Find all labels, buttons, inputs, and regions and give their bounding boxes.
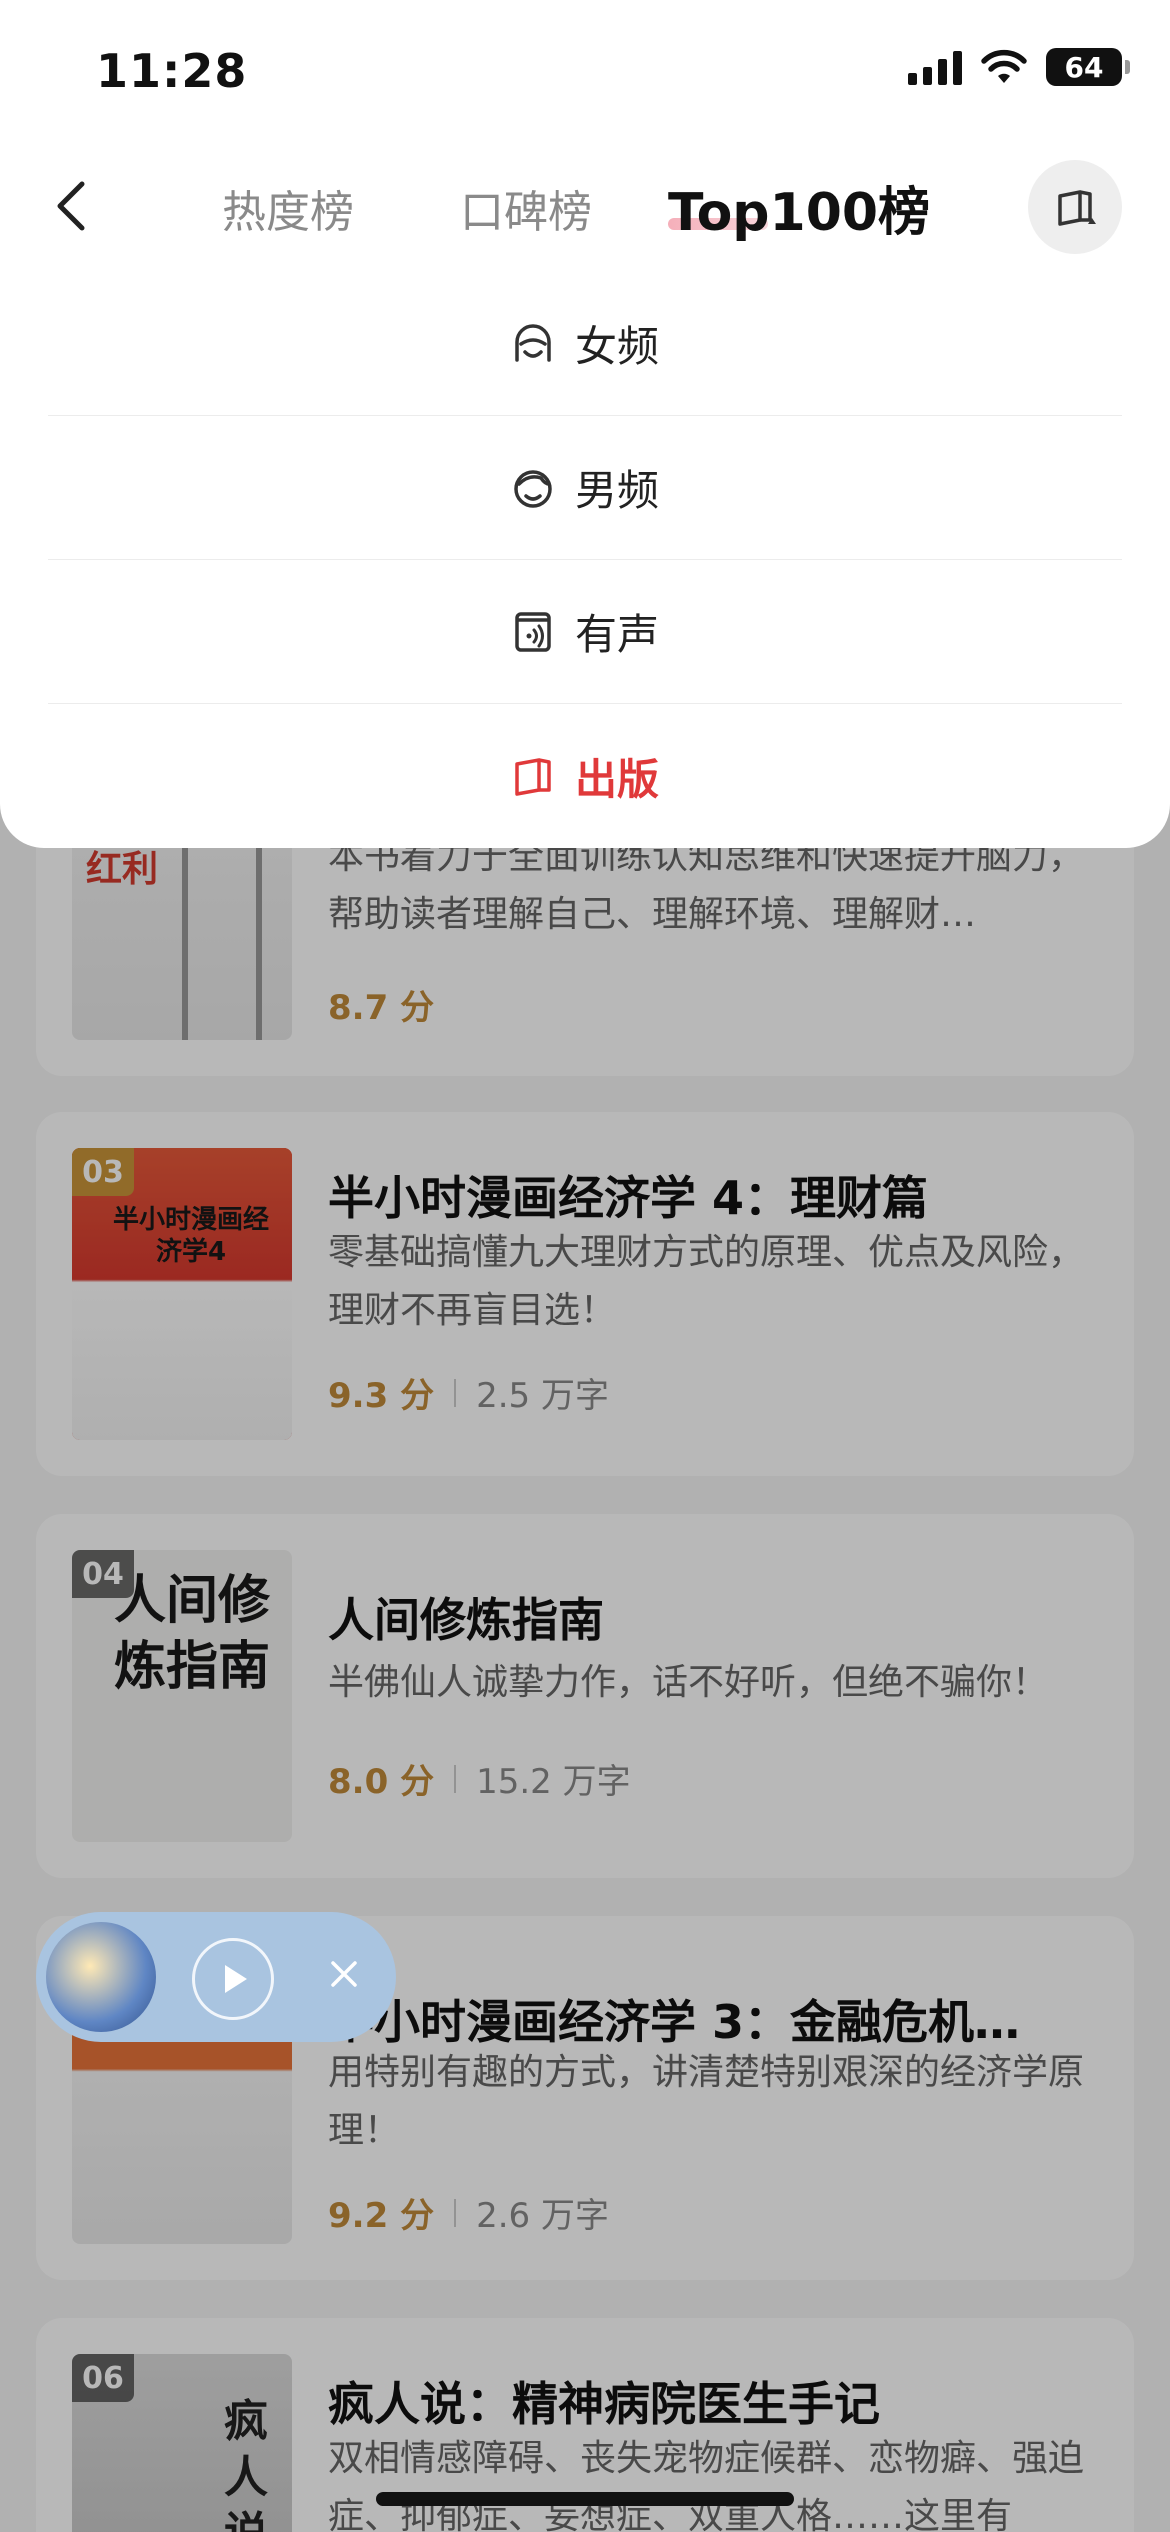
ranking-nav-bar: 热度榜 口碑榜 Top100榜 bbox=[0, 140, 1170, 272]
category-dropdown-sheet: 11:28 64 热度榜 口碑榜 Top100榜 女频 男频 有声 出版 bbox=[0, 0, 1170, 848]
female-face-icon bbox=[515, 323, 551, 362]
battery-indicator: 64 bbox=[1046, 48, 1130, 86]
book-icon bbox=[515, 758, 551, 796]
player-cover-avatar[interactable] bbox=[46, 1922, 156, 2032]
back-button[interactable] bbox=[46, 176, 96, 236]
status-icons: 64 bbox=[908, 48, 1130, 86]
wifi-icon bbox=[980, 49, 1028, 85]
menu-item-label: 有声 bbox=[574, 610, 659, 659]
play-button[interactable] bbox=[192, 1938, 274, 2020]
home-indicator[interactable] bbox=[376, 2492, 794, 2506]
menu-item-label: 出版 bbox=[574, 754, 659, 804]
status-bar: 11:28 64 bbox=[0, 0, 1170, 140]
audio-book-icon bbox=[515, 611, 551, 652]
status-time: 11:28 bbox=[96, 44, 248, 98]
category-menu: 女频 男频 有声 出版 bbox=[48, 272, 1122, 848]
close-icon bbox=[331, 1961, 357, 1987]
male-face-icon bbox=[514, 469, 552, 508]
menu-item-audio[interactable]: 有声 bbox=[48, 560, 1122, 704]
menu-item-published[interactable]: 出版 bbox=[48, 704, 1122, 848]
category-switch-button[interactable] bbox=[1028, 160, 1122, 254]
menu-item-label: 女频 bbox=[574, 322, 659, 371]
book-icon bbox=[1058, 190, 1096, 226]
close-player-button[interactable] bbox=[320, 1952, 368, 2000]
play-icon bbox=[225, 1965, 247, 1993]
menu-item-female[interactable]: 女频 bbox=[48, 272, 1122, 416]
menu-item-male[interactable]: 男频 bbox=[48, 416, 1122, 560]
tab-hot-ranking[interactable]: 热度榜 bbox=[222, 176, 354, 240]
tab-reputation-ranking[interactable]: 口碑榜 bbox=[460, 176, 592, 240]
chevron-left-icon bbox=[57, 181, 85, 231]
floating-audio-player[interactable] bbox=[36, 1912, 396, 2042]
menu-item-label: 男频 bbox=[574, 466, 659, 515]
cellular-signal-icon bbox=[908, 49, 962, 85]
tab-top100-ranking[interactable]: Top100榜 bbox=[668, 170, 930, 245]
